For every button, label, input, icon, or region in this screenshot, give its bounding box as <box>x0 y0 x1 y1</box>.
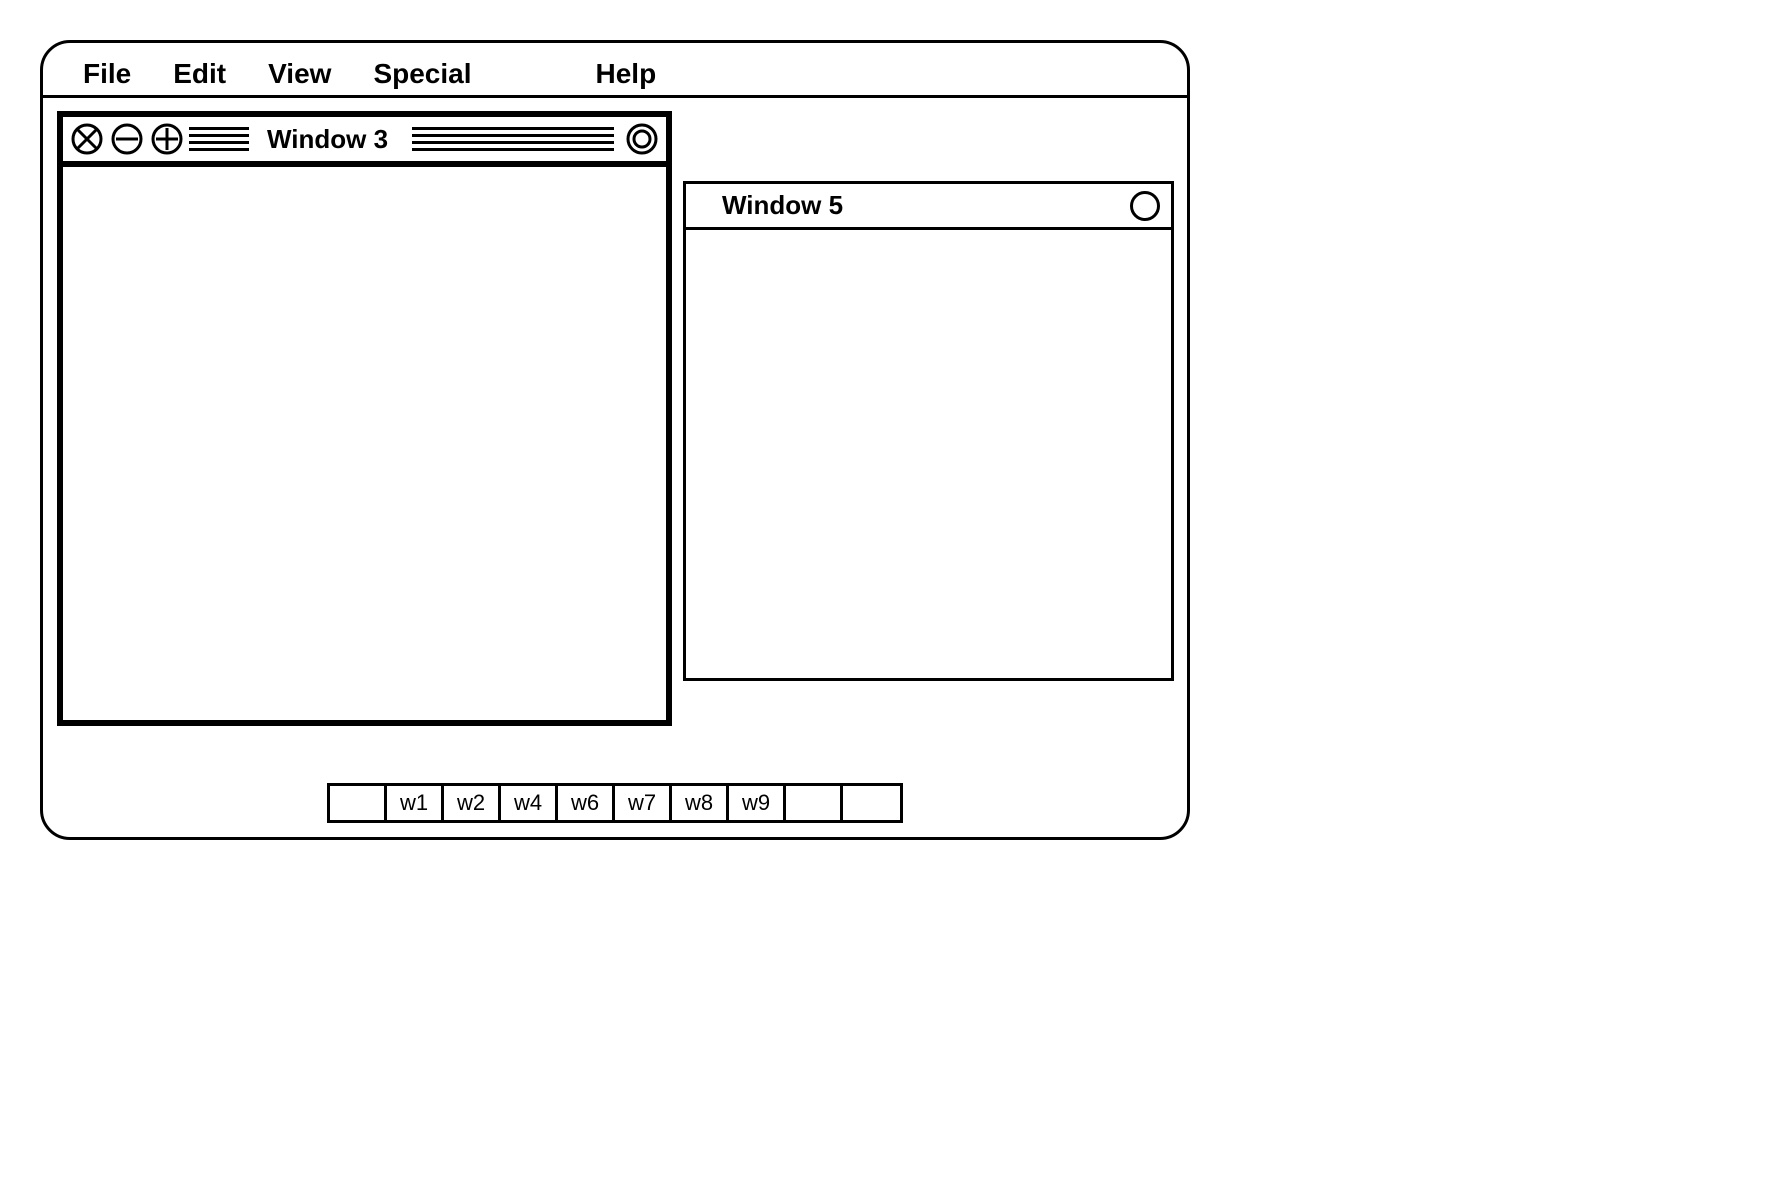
minimize-icon[interactable] <box>109 121 145 157</box>
taskbar-item-w4[interactable]: w4 <box>501 786 558 820</box>
taskbar-item-w2[interactable]: w2 <box>444 786 501 820</box>
taskbar: w1 w2 w4 w6 w7 w8 w9 <box>327 783 903 823</box>
titlebar-texture-left <box>189 127 249 151</box>
taskbar-item-empty[interactable] <box>786 786 843 820</box>
taskbar-item-w9[interactable]: w9 <box>729 786 786 820</box>
menubar: File Edit View Special Help <box>43 53 1187 98</box>
window-5-titlebar[interactable]: Window 5 <box>686 184 1171 230</box>
window-5[interactable]: Window 5 <box>683 181 1174 681</box>
circle-icon[interactable] <box>1127 188 1163 224</box>
menu-help[interactable]: Help <box>596 58 657 90</box>
titlebar-texture-right <box>412 127 614 151</box>
taskbar-item-empty[interactable] <box>330 786 387 820</box>
window-5-content <box>686 230 1171 678</box>
menu-special[interactable]: Special <box>373 58 471 90</box>
window-5-title: Window 5 <box>694 190 857 221</box>
menu-view[interactable]: View <box>268 58 331 90</box>
menu-edit[interactable]: Edit <box>173 58 226 90</box>
window-3[interactable]: Window 3 <box>57 111 672 726</box>
menu-file[interactable]: File <box>83 58 131 90</box>
taskbar-item-w8[interactable]: w8 <box>672 786 729 820</box>
window-3-titlebar[interactable]: Window 3 <box>63 117 666 167</box>
close-icon[interactable] <box>69 121 105 157</box>
taskbar-item-w7[interactable]: w7 <box>615 786 672 820</box>
window-3-title: Window 3 <box>253 124 402 155</box>
window-3-content <box>63 167 666 720</box>
desktop: File Edit View Special Help Window 5 <box>40 40 1190 840</box>
taskbar-item-w1[interactable]: w1 <box>387 786 444 820</box>
taskbar-item-w6[interactable]: w6 <box>558 786 615 820</box>
zoom-icon[interactable] <box>624 121 660 157</box>
taskbar-item-empty[interactable] <box>843 786 900 820</box>
maximize-icon[interactable] <box>149 121 185 157</box>
